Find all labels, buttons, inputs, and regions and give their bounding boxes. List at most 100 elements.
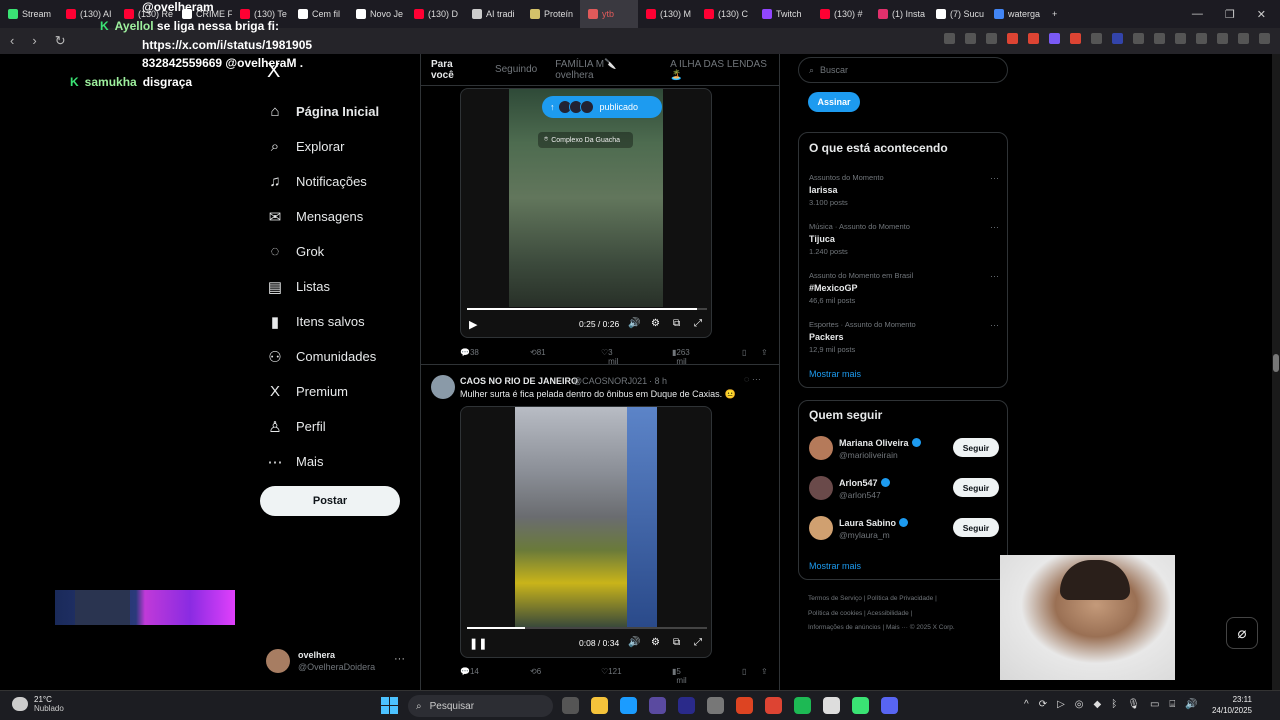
maximize-icon[interactable]: ❐ [1225,8,1235,21]
repost-button[interactable]: ⟲ 81 [530,348,546,357]
taskbar-app-icon[interactable] [765,697,782,714]
footer-link[interactable]: Acessibilidade [867,610,909,617]
extension-icon[interactable] [1049,33,1060,44]
browser-tab[interactable]: (7) Sucu [928,0,986,28]
screenshot-icon[interactable] [944,33,955,44]
sidebar-item-itens-salvos[interactable]: ▮ Itens salvos [266,304,426,339]
grok-fab-icon[interactable]: ⌀ [1226,617,1258,649]
avatar[interactable] [809,436,833,460]
fullscreen-icon[interactable]: ⤢ [694,318,702,329]
extension-icon[interactable] [1091,33,1102,44]
trend-item[interactable]: Assunto do Momento em Brasil #MexicoGP 46,… [809,271,999,305]
sidebar-icon[interactable] [1196,33,1207,44]
app-tray-icon[interactable]: ⟳ [1039,699,1047,710]
share-icon[interactable]: ⇪ [761,667,768,676]
video-player[interactable]: ❚❚ 0:08 / 0:34 🔊 ⚙ ⧉ ⤢ [460,406,712,658]
volume-icon[interactable]: 🔊 [628,637,640,648]
fullscreen-icon[interactable]: ⤢ [694,637,702,648]
more-icon[interactable]: ··· [990,320,999,330]
avatar[interactable] [809,516,833,540]
sidebar-item-explorar[interactable]: ⌕ Explorar [266,129,426,164]
more-icon[interactable]: ··· [990,222,999,232]
volume-icon[interactable]: 🔊 [628,318,640,329]
footer-link[interactable]: Política de Privacidade [867,595,933,602]
browser-tab[interactable]: waterga [986,0,1044,28]
taskbar-app-icon[interactable] [881,697,898,714]
rewards-icon[interactable] [1028,33,1039,44]
reply-button[interactable]: 💬 38 [460,348,479,357]
taskbar-app-icon[interactable] [591,697,608,714]
sidebar-item-mais[interactable]: ⋯ Mais [266,444,426,479]
taskbar-app-icon[interactable] [678,697,695,714]
like-button[interactable]: ♡ 3 mil [601,348,618,366]
account-switcher[interactable]: ovelhera @OvelheraDoidera ··· [266,647,411,675]
author-handle[interactable]: @CAOSNORJ021 [573,376,647,386]
follow-suggestion[interactable]: Arlon547 @arlon547 Seguir [809,476,999,504]
browser-tab[interactable]: (130) C [696,0,754,28]
taskbar-app-icon[interactable] [852,697,869,714]
chevron-up-icon[interactable]: ^ [1024,699,1029,710]
grok-icon[interactable]: ◌ [744,374,749,384]
footer-link[interactable]: Política de cookies [808,610,862,617]
taskbar-app-icon[interactable] [620,697,637,714]
footer-link[interactable]: Mais ··· [886,624,908,631]
share-icon[interactable]: ⇪ [761,348,768,357]
download-icon[interactable] [1154,33,1165,44]
new-posts-pill[interactable]: ↑ publicado [542,96,662,118]
follow-suggestion[interactable]: Mariana Oliveira @marioliveirain Seguir [809,436,999,464]
sidebar-item-mensagens[interactable]: ✉ Mensagens [266,199,426,234]
post-time[interactable]: · 8 h [649,376,667,386]
taskbar-app-icon[interactable] [823,697,840,714]
volume-icon[interactable]: 🔊 [1185,699,1197,710]
subscribe-button[interactable]: Assinar [808,92,860,112]
like-button[interactable]: ♡ 121 [601,667,622,676]
extension-icon[interactable] [1112,33,1123,44]
avatar[interactable] [431,375,455,399]
taskbar-app-icon[interactable] [707,697,724,714]
scrollbar-thumb[interactable] [1273,354,1279,372]
follow-button[interactable]: Seguir [953,478,999,497]
trend-item[interactable]: Música · Assunto do Momento Tijuca 1.240 p… [809,222,999,256]
tab-list-familia[interactable]: FAMÍLIA M🔪ovelhera [555,59,652,81]
app-tray-icon[interactable]: ▷ [1057,699,1065,710]
taskbar-app-icon[interactable] [736,697,753,714]
scrollbar[interactable] [1272,54,1280,690]
reply-button[interactable]: 💬 14 [460,667,479,676]
bluetooth-icon[interactable]: ᛒ [1111,699,1117,710]
wallet-icon[interactable] [1217,33,1228,44]
music-icon[interactable] [1175,33,1186,44]
menu-icon[interactable] [1259,33,1270,44]
play-icon[interactable]: ▶ [469,318,477,331]
repost-button[interactable]: ⟲ 6 [530,667,541,676]
app-tray-icon[interactable]: ◎ [1075,699,1084,710]
show-more-link[interactable]: Mostrar mais [809,369,861,379]
sidebar-item-perfil[interactable]: ♙ Perfil [266,409,426,444]
browser-tab[interactable]: Twitch [754,0,812,28]
sidebar-item-listas[interactable]: ▤ Listas [266,269,426,304]
taskbar-app-icon[interactable] [562,697,579,714]
follow-button[interactable]: Seguir [953,438,999,457]
share-icon[interactable] [986,33,997,44]
minimize-icon[interactable]: — [1192,8,1203,21]
browser-tab[interactable]: (130) # [812,0,870,28]
browser-tab[interactable]: Proteín [522,0,580,28]
pip-icon[interactable]: ⧉ [673,318,680,329]
sidebar-item-notifica-es[interactable]: ♫ Notificações [266,164,426,199]
vpn-icon[interactable] [1238,33,1249,44]
close-icon[interactable]: ✕ [1257,8,1266,21]
browser-tab[interactable]: (1) Insta [870,0,928,28]
show-more-link[interactable]: Mostrar mais [809,561,861,571]
sidebar-item-grok[interactable]: ◌ Grok [266,234,426,269]
taskbar-app-icon[interactable] [649,697,666,714]
views-button[interactable]: ▮ 263 mil [672,348,690,366]
taskbar-app-icon[interactable] [794,697,811,714]
brave-shield-icon[interactable] [1007,33,1018,44]
taskbar-search[interactable]: ⌕ Pesquisar [408,695,553,717]
settings-icon[interactable]: ⚙ [651,318,660,329]
app-tray-icon[interactable]: ◆ [1094,699,1102,710]
browser-tab[interactable]: ytb [580,0,638,28]
tab-list-ilha[interactable]: A ILHA DAS LENDAS 🏝️ [670,59,779,81]
author-name[interactable]: CAOS NO RIO DE JANEIRO [460,376,578,386]
more-icon[interactable]: ··· [990,173,999,183]
progress-track[interactable] [467,308,707,310]
